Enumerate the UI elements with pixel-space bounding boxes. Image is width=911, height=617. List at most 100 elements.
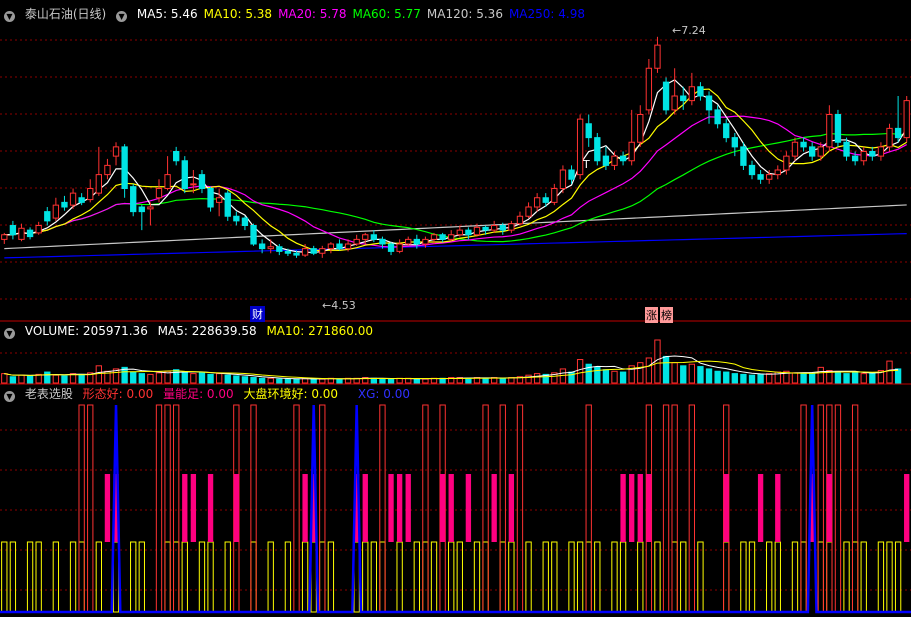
xingtai-signal [250, 404, 257, 613]
dapan-signal [851, 541, 859, 613]
candle-body [18, 227, 25, 240]
liangneng-signal [302, 474, 308, 542]
candle-body [336, 243, 343, 250]
volume-bar [869, 372, 876, 384]
candle-body [602, 155, 610, 166]
volume-bar [224, 374, 231, 384]
volume-bar [387, 378, 395, 384]
xingtai-signal [319, 404, 326, 613]
dapan-signal [164, 541, 171, 613]
volume-bar [95, 365, 102, 384]
volume-bar [233, 375, 240, 384]
candle-body [800, 141, 807, 148]
dapan-signal [52, 541, 60, 613]
volume-bar [723, 371, 730, 384]
volume-bar [671, 362, 678, 384]
volume-bar [52, 374, 60, 384]
volume-bar [1, 373, 8, 384]
xingtai-signal [671, 404, 678, 613]
ranking-badge[interactable]: 榜 [660, 307, 673, 323]
dapan-signal [619, 541, 627, 613]
volume-bar [258, 377, 266, 384]
candle-body [95, 174, 102, 194]
volume-bar [834, 371, 842, 384]
candle-body [44, 211, 51, 222]
dapan-signal [370, 541, 378, 613]
volume-bar [310, 378, 317, 384]
candle-body [516, 215, 524, 225]
dapan-signal [173, 541, 180, 613]
candle-body [147, 206, 154, 210]
limit-up-badge[interactable]: 涨 [645, 307, 658, 323]
xingtai-signal [379, 404, 386, 613]
liangneng-signal [104, 474, 111, 542]
volume-bar [766, 373, 773, 384]
liangneng-signal [904, 474, 910, 542]
candle-body [662, 81, 670, 111]
dapan-signal [301, 541, 309, 613]
xingtai-signal [688, 404, 696, 613]
dapan-signal [396, 541, 403, 613]
price-legend: ▼ 泰山石油(日线) ▼ MA5: 5.46 MA10: 5.38 MA20: 5.… [4, 6, 597, 22]
candle-body [766, 174, 773, 180]
dapan-signal [671, 541, 678, 613]
dapan-signal [430, 541, 438, 613]
dapan-signal [551, 541, 558, 613]
liangneng-signal [405, 474, 411, 542]
volume-bar [250, 377, 257, 384]
finance-badge[interactable]: 财 [250, 306, 265, 322]
volume-bar [714, 370, 721, 384]
dapan-signal [267, 541, 274, 613]
collapse-icon[interactable]: ▼ [4, 11, 15, 22]
candle-body [456, 229, 463, 236]
liangneng-signal [637, 474, 643, 542]
candle-body [774, 169, 781, 176]
candle-body [843, 141, 850, 157]
indicator-legend: ▼ 老表选股 形态好: 0.00 量能足: 0.00 大盘环境好: 0.00 X… [4, 386, 416, 402]
volume-bar [130, 371, 137, 384]
dapan-signal [413, 541, 420, 613]
liangneng-signal [757, 474, 764, 542]
dapan-signal [473, 541, 481, 613]
dapan-signal [448, 541, 455, 613]
xingtai-signal [482, 404, 489, 613]
candle-body [619, 155, 627, 162]
volume-bar [568, 371, 575, 384]
volume-bar [791, 372, 799, 384]
dapan-signal [826, 541, 833, 613]
candle-body [112, 146, 120, 157]
collapse-icon[interactable]: ▼ [116, 11, 128, 22]
collapse-icon[interactable]: ▼ [4, 391, 15, 402]
candle-body [585, 123, 592, 139]
candle-body [250, 225, 257, 245]
xingtai-signal [164, 404, 171, 613]
ma-legend-item: MA20: 5.78 [278, 7, 347, 21]
volume-bar [748, 374, 756, 384]
liangneng-signal [233, 474, 240, 542]
volume-bar [697, 366, 704, 384]
candle-body [886, 127, 893, 148]
candle-body [809, 146, 816, 157]
liangneng-signal [182, 474, 188, 542]
ma-legend-list: MA5: 5.46 MA10: 5.38 MA20: 5.78 MA60: 5.77 M… [137, 7, 591, 21]
dapan-signal [637, 541, 644, 613]
xingtai-signal [422, 404, 429, 613]
volume-ma10: MA10: 271860.00 [266, 324, 374, 338]
candle-body [705, 95, 713, 111]
dapan-signal [1, 541, 8, 613]
dapan-signal [697, 541, 704, 613]
candle-body [61, 201, 68, 208]
candle-body [327, 243, 335, 250]
dapan-signal [542, 541, 549, 613]
volume-bar [637, 362, 644, 384]
dapan-signal [791, 541, 799, 613]
t-marker: T [583, 158, 590, 171]
collapse-icon[interactable]: ▼ [4, 328, 15, 339]
candle-body [533, 197, 541, 208]
liangneng-signal [448, 474, 454, 542]
dapan-signal [130, 541, 137, 613]
volume-bar [843, 373, 850, 384]
candle-body [319, 248, 326, 254]
dapan-signal [568, 541, 575, 613]
volume-bar [525, 374, 532, 384]
